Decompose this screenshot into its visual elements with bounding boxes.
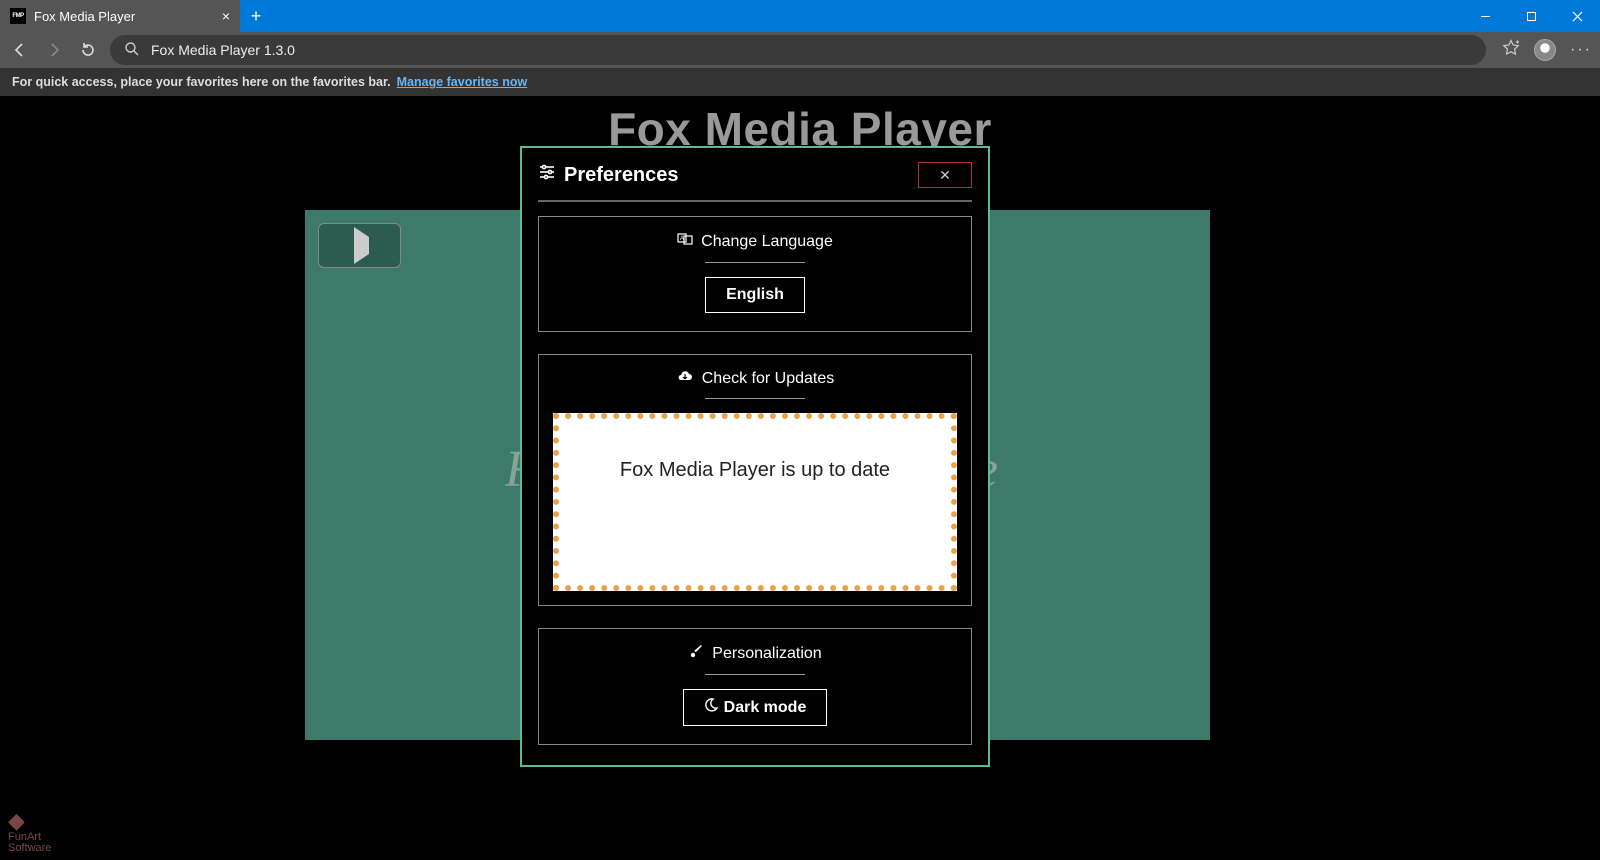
reload-button[interactable] — [76, 41, 100, 59]
preferences-modal: Preferences ✕ A Change Language English — [520, 146, 990, 767]
minimize-button[interactable] — [1462, 0, 1508, 32]
update-status-text: Fox Media Player is up to date — [620, 459, 890, 482]
tab-favicon: FMP — [10, 8, 26, 24]
profile-avatar[interactable] — [1534, 39, 1556, 61]
tab-close-icon[interactable]: × — [222, 8, 230, 24]
language-icon: A — [677, 231, 693, 252]
personalization-label: Personalization — [712, 645, 821, 663]
close-window-button[interactable] — [1554, 0, 1600, 32]
vendor-logo-text: FunArt Software — [8, 832, 51, 854]
favorites-bar: For quick access, place your favorites h… — [0, 68, 1600, 96]
language-select[interactable]: English — [705, 277, 805, 313]
app-viewport: Fox Media Player F e Preferences ✕ — [0, 96, 1600, 860]
favorites-bar-hint: For quick access, place your favorites h… — [12, 75, 391, 89]
update-status-box: Fox Media Player is up to date — [553, 413, 957, 591]
brush-icon — [688, 643, 704, 664]
browser-titlebar: FMP Fox Media Player × + — [0, 0, 1600, 32]
cloud-download-icon — [676, 369, 694, 388]
search-icon — [124, 41, 139, 59]
updates-panel: Check for Updates Fox Media Player is up… — [538, 354, 972, 606]
window-controls — [1462, 0, 1600, 32]
vendor-logo-icon: ◆ — [8, 810, 51, 832]
maximize-button[interactable] — [1508, 0, 1554, 32]
more-menu-icon[interactable]: ··· — [1570, 41, 1592, 59]
browser-toolbar: Fox Media Player 1.3.0 ··· — [0, 32, 1600, 68]
language-panel: A Change Language English — [538, 216, 972, 332]
language-label: Change Language — [701, 233, 833, 251]
svg-text:A: A — [680, 236, 684, 242]
back-button[interactable] — [8, 41, 32, 59]
favorites-star-icon[interactable] — [1502, 39, 1520, 62]
manage-favorites-link[interactable]: Manage favorites now — [397, 75, 528, 89]
address-text: Fox Media Player 1.3.0 — [151, 42, 295, 58]
close-icon: ✕ — [939, 167, 951, 184]
tab-title: Fox Media Player — [34, 9, 135, 24]
modal-title: Preferences — [564, 164, 679, 187]
play-icon — [350, 237, 369, 255]
new-tab-button[interactable]: + — [240, 0, 272, 32]
forward-button[interactable] — [42, 41, 66, 59]
theme-mode-label: Dark mode — [724, 699, 807, 716]
theme-toggle[interactable]: Dark mode — [683, 689, 828, 726]
updates-label: Check for Updates — [702, 370, 835, 388]
address-bar[interactable]: Fox Media Player 1.3.0 — [110, 35, 1486, 65]
modal-header: Preferences ✕ — [538, 160, 972, 202]
personalization-panel: Personalization Dark mode — [538, 628, 972, 745]
sliders-icon — [538, 163, 556, 187]
vendor-logo: ◆ FunArt Software — [8, 810, 51, 854]
browser-tab[interactable]: FMP Fox Media Player × — [0, 0, 240, 32]
moon-icon — [704, 698, 718, 717]
modal-close-button[interactable]: ✕ — [918, 162, 972, 188]
play-button[interactable] — [318, 223, 401, 268]
